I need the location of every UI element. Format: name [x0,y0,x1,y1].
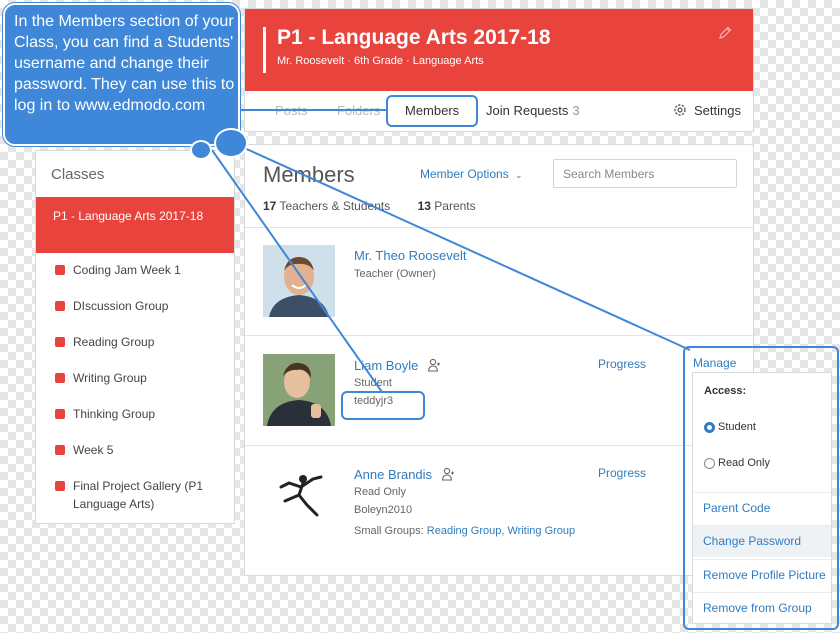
callout-bubble: In the Members section of your Class, yo… [3,3,240,146]
highlight-members-tab [386,95,478,127]
callout-tail-bubble [214,128,248,158]
highlight-username [341,391,425,420]
callout-text: In the Members section of your Class, yo… [14,13,235,114]
highlight-manage-menu [683,346,839,630]
callout-tail-bubble-small [190,140,212,160]
